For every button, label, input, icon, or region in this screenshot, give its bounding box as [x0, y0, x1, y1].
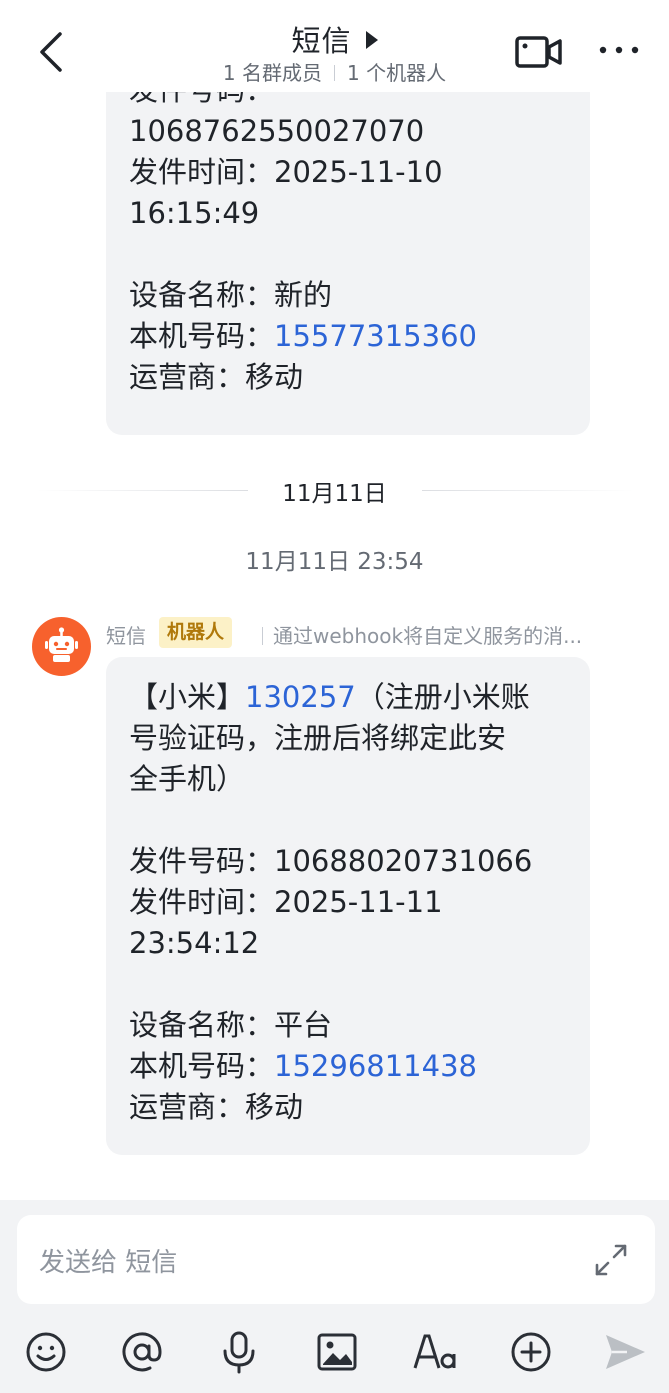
message-line: 号验证码，注册后将绑定此安: [129, 721, 507, 755]
avatar[interactable]: [32, 617, 91, 676]
microphone-icon[interactable]: [217, 1330, 261, 1374]
caret-right-icon[interactable]: [365, 31, 378, 49]
message-line: [129, 964, 532, 1005]
message-line: 本机号码：15577315360: [129, 316, 477, 357]
message-line: 发件时间：2025-11-10: [129, 155, 443, 189]
message-line: 设备名称：平台: [129, 1008, 333, 1042]
sender-description: 通过webhook将自定义服务的消...: [262, 620, 622, 649]
code-link[interactable]: 130257: [245, 680, 356, 714]
message-line: 16:15:49: [129, 196, 260, 230]
video-call-icon[interactable]: [515, 34, 563, 70]
text-format-icon[interactable]: [412, 1330, 456, 1374]
phone-link[interactable]: 15577315360: [274, 319, 477, 353]
member-count: 1 名群成员: [222, 61, 322, 85]
message-line: [129, 800, 532, 841]
message-line: [129, 234, 477, 275]
message-line: 23:54:12: [129, 926, 260, 960]
chat-title-area[interactable]: 短信: [0, 18, 669, 60]
chat-subtitle: 1 名群成员 1 个机器人: [0, 57, 669, 86]
plus-circle-icon[interactable]: [509, 1330, 553, 1374]
divider-line: [422, 490, 634, 491]
at-icon[interactable]: [120, 1330, 164, 1374]
sender-info: 短信 机器人 通过webhook将自定义服务的消...: [106, 617, 626, 651]
robot-badge: 机器人: [159, 617, 233, 648]
message-bubble[interactable]: 【小米】130257（注册小米账 号验证码，注册后将绑定此安 全手机） 发件号码…: [106, 657, 590, 1155]
message-line: 1068762550027070: [129, 114, 425, 148]
more-icon[interactable]: [598, 42, 640, 58]
image-icon[interactable]: [315, 1330, 359, 1374]
message-timestamp: 11月11日 23:54: [245, 549, 424, 575]
message-list[interactable]: 发件号码： 1068762550027070 发件时间：2025-11-10 1…: [0, 92, 669, 1200]
composer-toolbar: [0, 1320, 669, 1380]
send-icon[interactable]: [603, 1330, 647, 1374]
message-text: （注册小米账: [355, 680, 530, 714]
date-divider-label: 11月11日: [282, 481, 387, 507]
phone-label: 本机号码：: [129, 1049, 275, 1083]
bot-count: 1 个机器人: [347, 61, 447, 85]
divider: [262, 627, 263, 645]
message-line: 运营商：移动: [129, 1090, 304, 1124]
phone-label: 本机号码：: [129, 319, 275, 353]
input-placeholder: 发送给 短信: [39, 1248, 178, 1278]
composer: 发送给 短信: [0, 1200, 669, 1393]
message-line: 发件号码：10688020731066: [129, 844, 533, 878]
chat-title[interactable]: 短信: [291, 24, 351, 58]
message-line: 发件时间：2025-11-11: [129, 885, 443, 919]
message-line: 【小米】130257（注册小米账: [129, 677, 532, 718]
message-bubble[interactable]: 发件号码： 1068762550027070 发件时间：2025-11-10 1…: [106, 92, 590, 435]
expand-icon[interactable]: [593, 1242, 629, 1278]
message-line: 运营商：移动: [129, 360, 304, 394]
message-content: 【小米】130257（注册小米账 号验证码，注册后将绑定此安 全手机） 发件号码…: [129, 677, 532, 1128]
sender-description-text: 通过webhook将自定义服务的消...: [273, 624, 583, 648]
date-divider: 11月11日: [0, 470, 669, 510]
divider: [334, 65, 335, 81]
message-input[interactable]: 发送给 短信: [17, 1215, 655, 1304]
message-line: 发件号码：: [129, 92, 477, 111]
message-line: 设备名称：新的: [129, 278, 333, 312]
robot-icon: [45, 627, 78, 662]
message-line: 全手机）: [129, 762, 246, 796]
message-text: 【小米】: [129, 680, 246, 714]
chat-header: 短信 1 名群成员 1 个机器人: [0, 0, 669, 92]
emoji-icon[interactable]: [24, 1330, 68, 1374]
sender-name[interactable]: 短信: [106, 620, 146, 649]
phone-link[interactable]: 15296811438: [274, 1049, 477, 1083]
message-line: 本机号码：15296811438: [129, 1046, 532, 1087]
message-content: 发件号码： 1068762550027070 发件时间：2025-11-10 1…: [129, 92, 477, 398]
